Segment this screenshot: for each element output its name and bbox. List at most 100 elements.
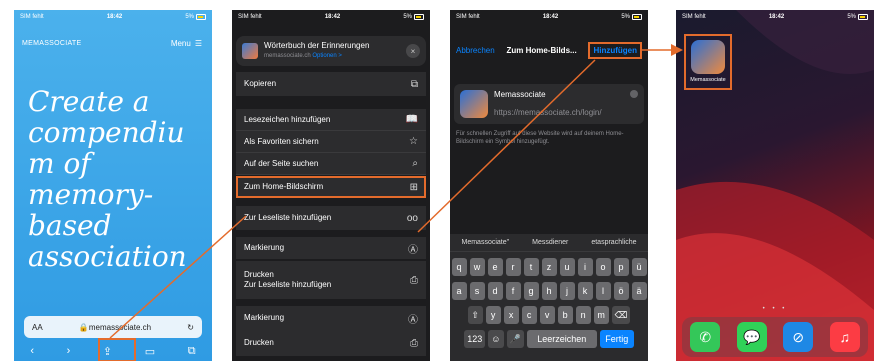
key[interactable]: ü	[631, 258, 647, 276]
key[interactable]: Fertig	[599, 330, 634, 348]
carrier-label: SIM fehlt	[238, 14, 262, 20]
key[interactable]: z	[541, 258, 557, 276]
key[interactable]: u	[559, 258, 575, 276]
suggestion-item[interactable]: Memassociate"	[462, 239, 510, 246]
keyboard-row2: asdfghjklöä	[450, 282, 648, 300]
page-indicator[interactable]: • • •	[676, 306, 874, 312]
lock-icon: 🔒	[78, 322, 89, 332]
forward-icon[interactable]: ›	[67, 345, 71, 357]
key[interactable]: x	[503, 306, 519, 324]
key[interactable]: h	[541, 282, 557, 300]
close-button[interactable]: ×	[406, 44, 420, 58]
reload-icon[interactable]: ↻	[187, 323, 194, 332]
key[interactable]: c	[521, 306, 537, 324]
status-bar: SIM fehlt 18:42 5%	[232, 10, 430, 24]
hamburger-icon: ☰	[194, 39, 202, 48]
music-icon[interactable]: ♫	[829, 322, 860, 352]
url-text: 🔒memassociate.ch	[78, 322, 152, 332]
phone-icon[interactable]: ✆	[690, 322, 721, 352]
share-action[interactable]: Markierung Ⓐ	[236, 306, 426, 330]
memassociate-app[interactable]: Memassociate	[684, 34, 732, 90]
suggestion-item[interactable]: etasprachliche	[591, 239, 636, 246]
key[interactable]: s	[469, 282, 485, 300]
key[interactable]: q	[451, 258, 467, 276]
back-icon[interactable]: ‹	[30, 345, 34, 357]
options-link[interactable]: Optionen >	[312, 53, 342, 59]
key[interactable]: v	[539, 306, 555, 324]
add-to-home-screen-action[interactable]: Zum Home-Bildschirm ⊞	[236, 176, 426, 198]
key[interactable]: f	[505, 282, 521, 300]
address-bar[interactable]: AA 🔒memassociate.ch ↻	[24, 316, 202, 338]
action-label: Als Favoriten sichern	[244, 136, 319, 146]
share-action[interactable]: Markierung Ⓐ	[236, 237, 426, 259]
action-label: Zur Leseliste hinzufügen	[244, 213, 332, 222]
action-label: Auf der Seite suchen	[244, 158, 319, 168]
battery-icon	[196, 14, 206, 20]
key[interactable]: w	[469, 258, 485, 276]
key[interactable]: p	[613, 258, 629, 276]
key[interactable]: e	[487, 258, 503, 276]
share-action[interactable]: Auf der Seite suchen ⌕	[236, 153, 426, 175]
cancel-button[interactable]: Abbrechen	[456, 46, 495, 55]
share-action[interactable]: Drucken Zur Leseliste hinzufügen ⎙	[236, 261, 426, 299]
key[interactable]: ☺	[488, 330, 504, 348]
share-action[interactable]: Als Favoriten sichern ☆	[236, 131, 426, 153]
key[interactable]: d	[487, 282, 503, 300]
share-action[interactable]: Lesezeichen hinzufügen 📖	[236, 109, 426, 131]
dock: ✆ 💬 ⊘ ♫	[682, 317, 868, 357]
key[interactable]: a	[451, 282, 467, 300]
carrier-label: SIM fehlt	[682, 14, 706, 20]
messages-icon[interactable]: 💬	[736, 322, 767, 352]
site-logo[interactable]: MEMASSOCIATE	[22, 40, 81, 47]
suggestion-bar: Memassociate" Messdiener etasprachliche	[450, 234, 648, 252]
share-action[interactable]: Drucken ⎙	[236, 330, 426, 356]
menu-button[interactable]: Menu ☰	[171, 39, 202, 48]
bookmarks-icon[interactable]: ▭	[145, 345, 155, 358]
key[interactable]: g	[523, 282, 539, 300]
key[interactable]: b	[557, 306, 573, 324]
status-bar: SIM fehlt 18:42 5%	[676, 10, 874, 24]
battery-icon	[858, 14, 868, 20]
tabs-icon[interactable]: ⧉	[188, 345, 196, 358]
action-label: Markierung	[244, 243, 285, 252]
keyboard: Memassociate" Messdiener etasprachliche qw…	[450, 234, 648, 361]
key[interactable]: ä	[631, 282, 647, 300]
key[interactable]: o	[595, 258, 611, 276]
suggestion-item[interactable]: Messdiener	[532, 239, 568, 246]
nav-bar: Abbrechen Zum Home-Bilds... Hinzufügen	[450, 40, 648, 60]
key[interactable]: n	[575, 306, 591, 324]
safari-icon[interactable]: ⊘	[783, 322, 814, 352]
key[interactable]: j	[559, 282, 575, 300]
key[interactable]: i	[577, 258, 593, 276]
print-icon: ⎙	[410, 337, 418, 349]
battery-icon	[414, 14, 424, 20]
key[interactable]: k	[577, 282, 593, 300]
status-bar: SIM fehlt 18:42 5%	[14, 10, 212, 24]
hero-heading: Create a compendiu m of memory-based ass…	[28, 85, 187, 273]
keyboard-row1: qwertzuiopü	[450, 258, 648, 276]
clear-icon[interactable]	[630, 90, 638, 98]
share-action[interactable]: Zur Leseliste hinzufügen oo	[236, 206, 426, 230]
key[interactable]: t	[523, 258, 539, 276]
key[interactable]: y	[485, 306, 501, 324]
battery-indicator: 5%	[403, 14, 424, 20]
app-label: Memassociate	[690, 77, 726, 83]
key[interactable]: 🎤	[506, 330, 524, 348]
key[interactable]: ⌫	[611, 306, 631, 324]
tutorial-figure: SIM fehlt 18:42 5% MEMASSOCIATE Menu ☰ Cr…	[0, 0, 886, 361]
key[interactable]: Leerzeichen	[526, 330, 597, 348]
add-square-icon: ⊞	[409, 181, 418, 193]
key[interactable]: ⇧	[467, 306, 483, 324]
share-action[interactable]: Kopieren ⧉	[236, 72, 426, 96]
key[interactable]: r	[505, 258, 521, 276]
add-button[interactable]: Hinzufügen	[588, 41, 642, 59]
key[interactable]: ö	[613, 282, 629, 300]
key[interactable]: l	[595, 282, 611, 300]
home-screen: SIM fehlt 18:42 5% Memassociate • • • ✆ 💬…	[676, 10, 874, 361]
key[interactable]: 123	[464, 330, 486, 348]
app-name-field[interactable]: Memassociate	[494, 90, 546, 99]
reader-aa-button[interactable]: AA	[32, 323, 43, 332]
key[interactable]: m	[593, 306, 609, 324]
memassociate-app-icon	[691, 40, 725, 74]
action-label: Markierung	[244, 313, 285, 322]
